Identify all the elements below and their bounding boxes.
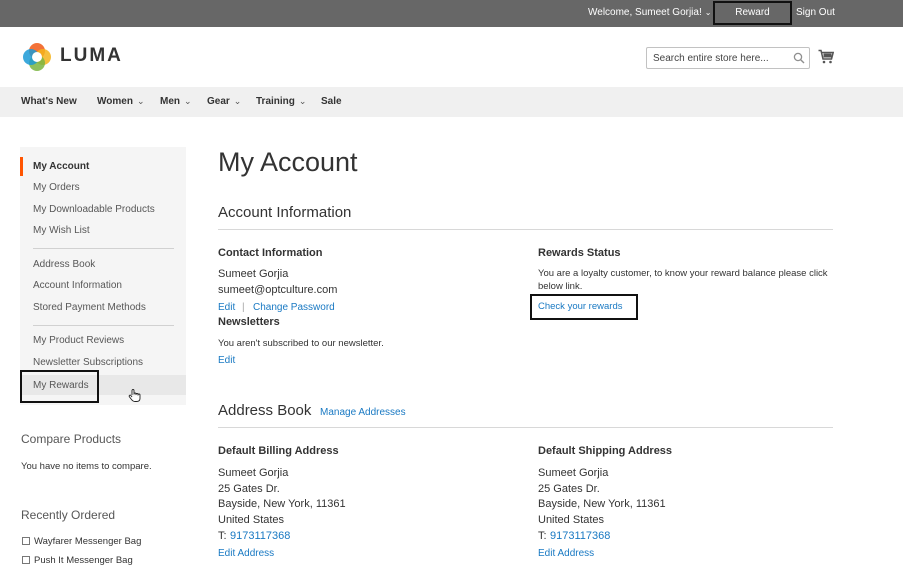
compare-empty-text: You have no items to compare. <box>21 461 152 472</box>
search-box <box>646 47 810 69</box>
nav-item-women[interactable]: Women ⌄ <box>97 96 144 107</box>
sidebar-item-account-information[interactable]: Account Information <box>33 280 122 291</box>
cart-icon[interactable] <box>818 49 834 64</box>
sidebar-item-newsletter-subscriptions[interactable]: Newsletter Subscriptions <box>33 357 143 368</box>
manage-addresses-link[interactable]: Manage Addresses <box>320 407 406 418</box>
top-bar: Welcome, Sumeet Gorjia! ⌄ Reward Program … <box>0 0 903 38</box>
check-rewards-label: Check your rewards <box>538 301 623 312</box>
active-indicator <box>20 157 23 176</box>
rewards-status-text-line2: below link. <box>538 281 583 292</box>
search-icon[interactable] <box>793 52 805 64</box>
nav-item-label: Gear <box>207 96 230 107</box>
recently-ordered-title: Recently Ordered <box>21 508 116 522</box>
chevron-down-icon: ⌄ <box>184 96 192 106</box>
billing-phone-link[interactable]: 9173117368 <box>230 530 290 542</box>
welcome-menu[interactable]: Welcome, Sumeet Gorjia! ⌄ <box>588 7 711 18</box>
checkbox[interactable] <box>22 556 30 564</box>
edit-newsletter-link[interactable]: Edit <box>218 355 235 366</box>
nav-item-label: What's New <box>21 96 77 107</box>
sign-out-link[interactable]: Sign Out <box>796 7 835 18</box>
chevron-down-icon: ⌄ <box>298 96 307 106</box>
change-password-link[interactable]: Change Password <box>253 302 335 313</box>
rewards-status-title: Rewards Status <box>538 247 621 259</box>
nav-item-whats-new[interactable]: What's New <box>21 96 77 107</box>
page-title: My Account <box>218 147 358 177</box>
contact-information-title: Contact Information <box>218 247 323 259</box>
section-divider <box>218 229 833 230</box>
logo-text[interactable]: LUMA <box>60 45 123 67</box>
chevron-down-icon: ⌄ <box>136 96 145 106</box>
nav-item-label: Sale <box>321 96 342 107</box>
shipping-phone-link[interactable]: 9173117368 <box>550 530 610 542</box>
newsletter-status-text: You aren't subscribed to our newsletter. <box>218 338 384 349</box>
shipping-country: United States <box>538 514 605 526</box>
nav-item-label: Men <box>160 96 180 107</box>
recent-item[interactable]: Wayfarer Messenger Bag <box>22 536 141 547</box>
welcome-text: Welcome, Sumeet Gorjia! <box>588 7 702 18</box>
nav-item-gear[interactable]: Gear ⌄ <box>207 96 241 107</box>
edit-contact-link[interactable]: Edit <box>218 302 235 313</box>
shipping-address-title: Default Shipping Address <box>538 445 673 457</box>
sidebar-item-address-book[interactable]: Address Book <box>33 259 95 270</box>
billing-address-title: Default Billing Address <box>218 445 339 457</box>
reward-program-link[interactable]: Reward Program <box>713 1 792 38</box>
newsletters-title: Newsletters <box>218 316 280 328</box>
sidebar-item-stored-payment-methods[interactable]: Stored Payment Methods <box>33 302 146 313</box>
nav-item-label: Women <box>97 96 133 107</box>
sidebar-item-downloadable-products[interactable]: My Downloadable Products <box>33 204 155 215</box>
account-sidebar: My Account My Orders My Downloadable Pro… <box>20 147 186 405</box>
billing-name: Sumeet Gorjia <box>218 467 289 479</box>
recent-item-label: Push It Messenger Bag <box>34 555 133 566</box>
rewards-status-text-line1: You are a loyalty customer, to know your… <box>538 268 828 279</box>
recent-item-label: Wayfarer Messenger Bag <box>34 536 142 547</box>
nav-item-men[interactable]: Men ⌄ <box>160 96 192 107</box>
compare-products-title: Compare Products <box>21 432 122 446</box>
search-input[interactable] <box>653 52 788 65</box>
nav-item-label: Training <box>256 96 295 107</box>
sidebar-item-label: My Rewards <box>33 380 89 391</box>
shipping-street: 25 Gates Dr. <box>538 483 600 495</box>
link-separator: | <box>242 302 245 313</box>
sidebar-item-my-account[interactable]: My Account <box>33 161 89 172</box>
shipping-phone-prefix: T: <box>538 530 547 542</box>
billing-street: 25 Gates Dr. <box>218 483 280 495</box>
sidebar-item-my-orders[interactable]: My Orders <box>33 182 80 193</box>
sidebar-divider <box>33 325 174 326</box>
billing-phone-prefix: T: <box>218 530 227 542</box>
check-rewards-link[interactable]: Check your rewards <box>530 294 638 320</box>
address-book-title: Address Book <box>218 402 312 419</box>
shipping-city: Bayside, New York, 11361 <box>538 498 666 510</box>
main-navigation: What's New Women ⌄ Men ⌄ Gear ⌄ Training ⌄ S… <box>0 87 903 117</box>
sidebar-item-wish-list[interactable]: My Wish List <box>33 225 90 236</box>
edit-shipping-address-link[interactable]: Edit Address <box>538 548 594 559</box>
luma-logo-icon[interactable] <box>22 42 52 72</box>
billing-country: United States <box>218 514 285 526</box>
section-divider <box>218 427 833 428</box>
billing-city: Bayside, New York, 11361 <box>218 498 346 510</box>
chevron-down-icon: ⌄ <box>233 96 242 106</box>
sidebar-divider <box>33 248 174 249</box>
contact-email: sumeet@optculture.com <box>218 284 338 296</box>
account-information-title: Account Information <box>218 204 352 221</box>
chevron-down-icon: ⌄ <box>704 8 712 17</box>
checkbox[interactable] <box>22 537 30 545</box>
recent-item[interactable]: Push It Messenger Bag <box>22 555 133 566</box>
edit-billing-address-link[interactable]: Edit Address <box>218 548 274 559</box>
nav-item-training[interactable]: Training ⌄ <box>256 96 306 107</box>
contact-name: Sumeet Gorjia <box>218 268 289 280</box>
nav-item-sale[interactable]: Sale <box>321 96 342 107</box>
sidebar-item-my-rewards[interactable]: My Rewards <box>20 370 99 403</box>
shipping-name: Sumeet Gorjia <box>538 467 609 479</box>
hand-cursor-icon <box>128 389 141 402</box>
sidebar-item-product-reviews[interactable]: My Product Reviews <box>33 335 124 346</box>
